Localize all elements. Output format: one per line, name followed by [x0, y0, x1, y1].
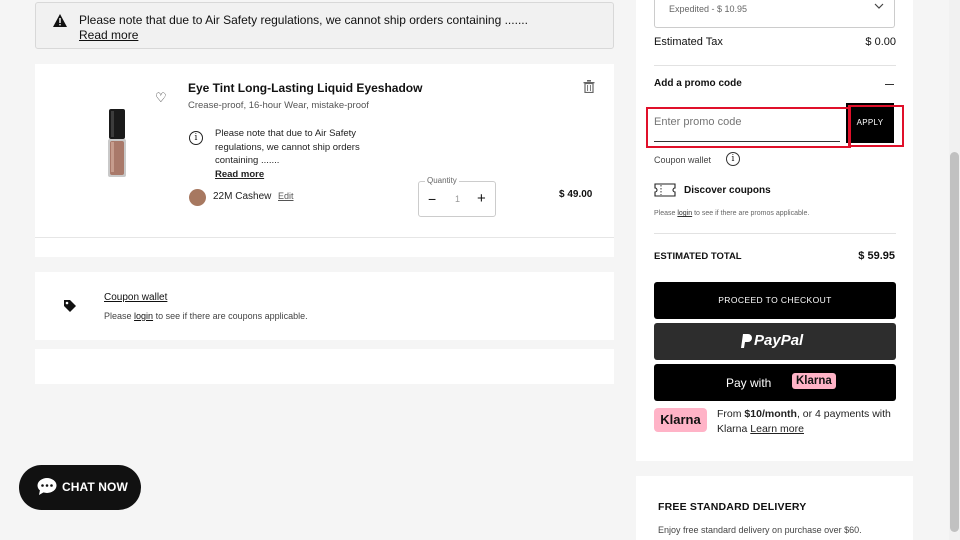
- divider: [654, 65, 896, 66]
- klarna-installment-info: From $10/month, or 4 payments with Klarn…: [717, 407, 902, 437]
- order-summary-panel: Expedited - $ 10.95 Estimated Tax $ 0.00…: [636, 0, 913, 461]
- collapse-minus-icon[interactable]: [885, 84, 894, 85]
- chevron-down-icon: [874, 3, 884, 9]
- pay-with-klarna-button[interactable]: Pay with Klarna: [654, 364, 896, 401]
- chat-now-label: CHAT NOW: [62, 480, 128, 494]
- trash-icon[interactable]: [583, 80, 595, 93]
- warning-icon: [53, 14, 67, 27]
- klarna-pay-label: Pay with: [726, 376, 772, 390]
- tax-label: Estimated Tax: [654, 36, 723, 48]
- info-icon: i: [189, 131, 203, 145]
- proceed-to-checkout-button[interactable]: PROCEED TO CHECKOUT: [654, 282, 896, 319]
- coupon-wallet-hint: Please login to see if there are coupons…: [104, 311, 308, 321]
- promo-heading[interactable]: Add a promo code: [654, 78, 742, 89]
- highlight-box-input: [646, 107, 851, 148]
- edit-shade-link[interactable]: Edit: [278, 191, 294, 201]
- klarna-badge: Klarna: [654, 408, 707, 432]
- divider: [654, 233, 896, 234]
- tag-icon: [64, 300, 76, 312]
- product-note-text: Please note that due to Air Safety regul…: [215, 128, 360, 166]
- divider: [35, 237, 614, 238]
- paypal-logo-icon: [741, 334, 752, 348]
- increase-quantity-button[interactable]: +: [477, 190, 486, 207]
- promo-login-link[interactable]: login: [677, 210, 692, 217]
- wishlist-heart-icon[interactable]: ♡: [155, 90, 167, 106]
- estimated-total-label: ESTIMATED TOTAL: [654, 251, 742, 262]
- product-shipping-note: Please note that due to Air Safety regul…: [215, 127, 385, 181]
- estimated-total-value: $ 59.95: [858, 250, 895, 262]
- info-icon[interactable]: i: [726, 152, 740, 166]
- coupon-wallet-link[interactable]: Coupon wallet: [104, 292, 167, 303]
- coupon-hint-after: to see if there are coupons applicable.: [155, 311, 308, 321]
- promo-login-hint: Please login to see if there are promos …: [654, 210, 809, 217]
- product-image[interactable]: [105, 109, 129, 179]
- scrollbar-thumb[interactable]: [950, 152, 959, 532]
- product-price: $ 49.00: [559, 189, 593, 200]
- quantity-label: Quantity: [425, 176, 459, 185]
- coupon-ticket-icon: [654, 183, 676, 197]
- alert-message: Please note that due to Air Safety regul…: [79, 13, 528, 27]
- coupon-login-link[interactable]: login: [134, 311, 153, 321]
- coupon-wallet-label[interactable]: Coupon wallet: [654, 155, 711, 165]
- klarna-amount: $10/month: [744, 408, 797, 420]
- delivery-heading: FREE STANDARD DELIVERY: [658, 501, 807, 513]
- decrease-quantity-button[interactable]: −: [428, 191, 436, 207]
- quantity-stepper: Quantity − 1 +: [418, 176, 496, 217]
- chat-bubble-icon: [37, 478, 57, 495]
- air-safety-alert: Please note that due to Air Safety regul…: [35, 2, 614, 49]
- shade-name: 22M Cashew: [213, 191, 272, 202]
- cart-item-card: ♡ Eye Tint Long-Lasting Liquid Eyeshadow…: [35, 64, 614, 257]
- paypal-label: PayPal: [754, 332, 804, 349]
- discover-coupons-link[interactable]: Discover coupons: [684, 185, 771, 196]
- coupon-hint-before: Please: [104, 311, 132, 321]
- shipping-method-select[interactable]: Expedited - $ 10.95: [654, 0, 895, 28]
- paypal-button[interactable]: PayPal: [654, 323, 896, 360]
- product-read-more-link[interactable]: Read more: [215, 168, 385, 182]
- empty-card: [35, 349, 614, 384]
- klarna-learn-more-link[interactable]: Learn more: [750, 423, 804, 435]
- quantity-value[interactable]: 1: [455, 194, 460, 204]
- chat-now-button[interactable]: CHAT NOW: [19, 465, 141, 510]
- promo-hint-before: Please: [654, 210, 676, 217]
- shade-swatch: [189, 189, 206, 206]
- klarna-logo: Klarna: [792, 373, 836, 389]
- klarna-from: From: [717, 408, 742, 420]
- delivery-text: Enjoy free standard delivery on purchase…: [658, 525, 862, 535]
- promo-hint-after: to see if there are promos applicable.: [694, 210, 810, 217]
- estimated-tax-row: Estimated Tax $ 0.00: [654, 36, 896, 48]
- tax-value: $ 0.00: [865, 36, 896, 48]
- product-subtitle: Crease-proof, 16-hour Wear, mistake-proo…: [188, 100, 369, 111]
- free-delivery-panel: FREE STANDARD DELIVERY Enjoy free standa…: [636, 476, 913, 540]
- highlight-box-apply: [848, 105, 904, 147]
- product-name[interactable]: Eye Tint Long-Lasting Liquid Eyeshadow: [188, 81, 422, 95]
- shipping-selected-value: Expedited - $ 10.95: [669, 4, 748, 14]
- alert-read-more-link[interactable]: Read more: [79, 28, 138, 42]
- coupon-wallet-card: Coupon wallet Please login to see if the…: [35, 272, 614, 340]
